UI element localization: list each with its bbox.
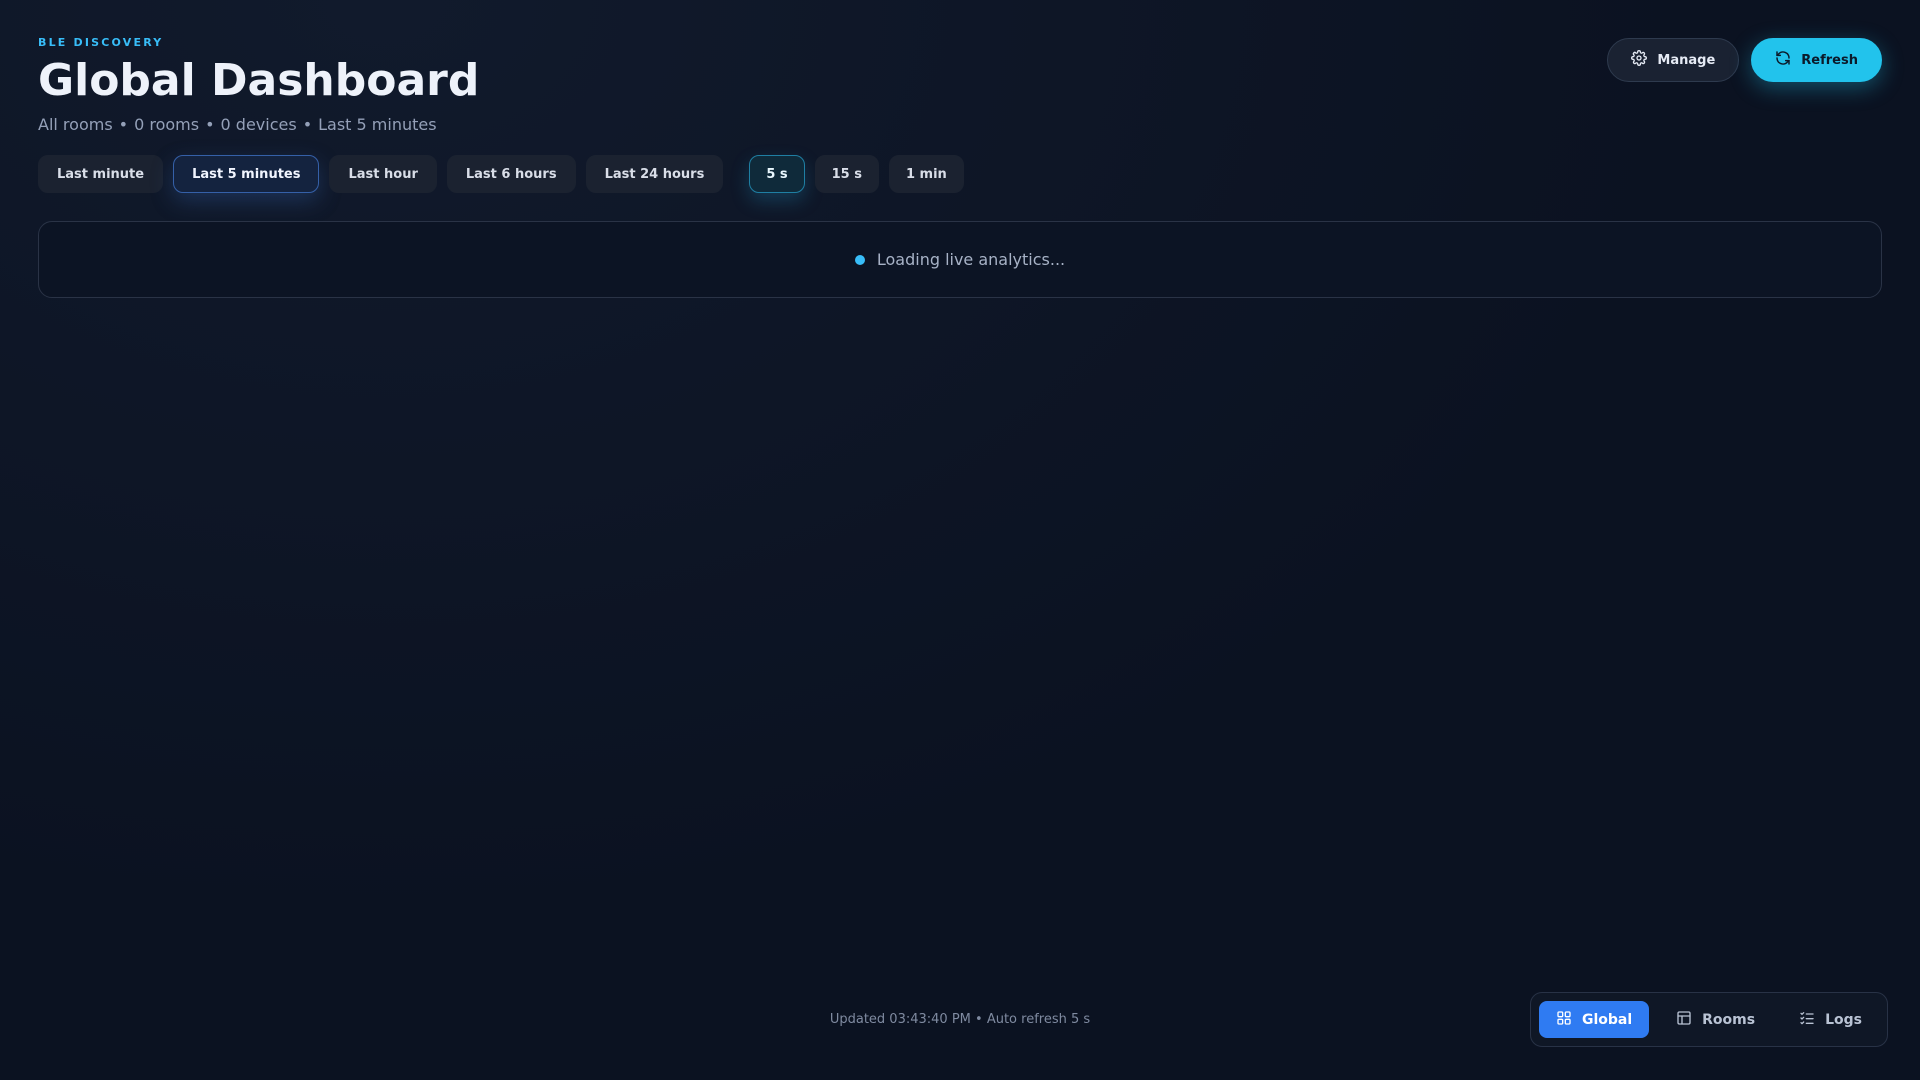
loading-card: Loading live analytics... — [38, 221, 1882, 298]
range-chip-last-24-hours[interactable]: Last 24 hours — [585, 155, 724, 193]
refresh-icon — [1775, 50, 1791, 70]
nav-item-label: Logs — [1825, 1011, 1862, 1028]
subtitle-separator: • — [205, 115, 215, 135]
subtitle-range: Last 5 minutes — [318, 115, 437, 135]
checklist-icon — [1799, 1010, 1815, 1030]
bottom-nav: Global Rooms Logs — [1529, 992, 1888, 1047]
range-chip-last-5-minutes[interactable]: Last 5 minutes — [173, 155, 320, 193]
loading-text: Loading live analytics... — [876, 250, 1066, 269]
nav-item-global[interactable]: Global — [1538, 1001, 1650, 1038]
manage-button[interactable]: Manage — [1607, 38, 1740, 82]
range-chip-last-minute[interactable]: Last minute — [38, 155, 164, 193]
grid-icon — [1556, 1010, 1572, 1030]
nav-item-label: Global — [1581, 1011, 1633, 1028]
page-title: Global Dashboard — [38, 55, 480, 106]
range-chip-last-hour[interactable]: Last hour — [329, 155, 437, 193]
subtitle-device-count: 0 devices — [220, 115, 297, 135]
nav-item-label: Rooms — [1702, 1011, 1756, 1028]
page-header: BLE DISCOVERY Global Dashboard All rooms… — [38, 36, 479, 134]
rate-chip-5s[interactable]: 5 s — [749, 155, 805, 193]
nav-item-logs[interactable]: Logs — [1782, 1001, 1879, 1038]
header-actions: Manage Refresh — [1607, 38, 1882, 82]
rate-chip-15s[interactable]: 15 s — [814, 155, 879, 193]
refresh-button[interactable]: Refresh — [1751, 38, 1882, 82]
filter-bar: Last minute Last 5 minutes Last hour Las… — [38, 155, 964, 193]
layout-icon — [1676, 1010, 1692, 1030]
subtitle-room-count: 0 rooms — [134, 115, 200, 135]
manage-button-label: Manage — [1657, 52, 1716, 68]
range-chip-last-6-hours[interactable]: Last 6 hours — [446, 155, 576, 193]
nav-item-rooms[interactable]: Rooms — [1659, 1001, 1772, 1038]
subtitle-separator: • — [118, 115, 129, 135]
refresh-button-label: Refresh — [1801, 52, 1858, 68]
subtitle-scope: All rooms — [38, 115, 113, 135]
subtitle-separator: • — [302, 115, 313, 135]
loading-indicator — [854, 254, 865, 265]
gear-icon — [1631, 50, 1648, 70]
page-subtitle: All rooms • 0 rooms • 0 devices • Last 5 minut… — [38, 115, 479, 134]
rate-chip-1min[interactable]: 1 min — [888, 155, 964, 193]
app-eyebrow: BLE DISCOVERY — [38, 36, 164, 49]
